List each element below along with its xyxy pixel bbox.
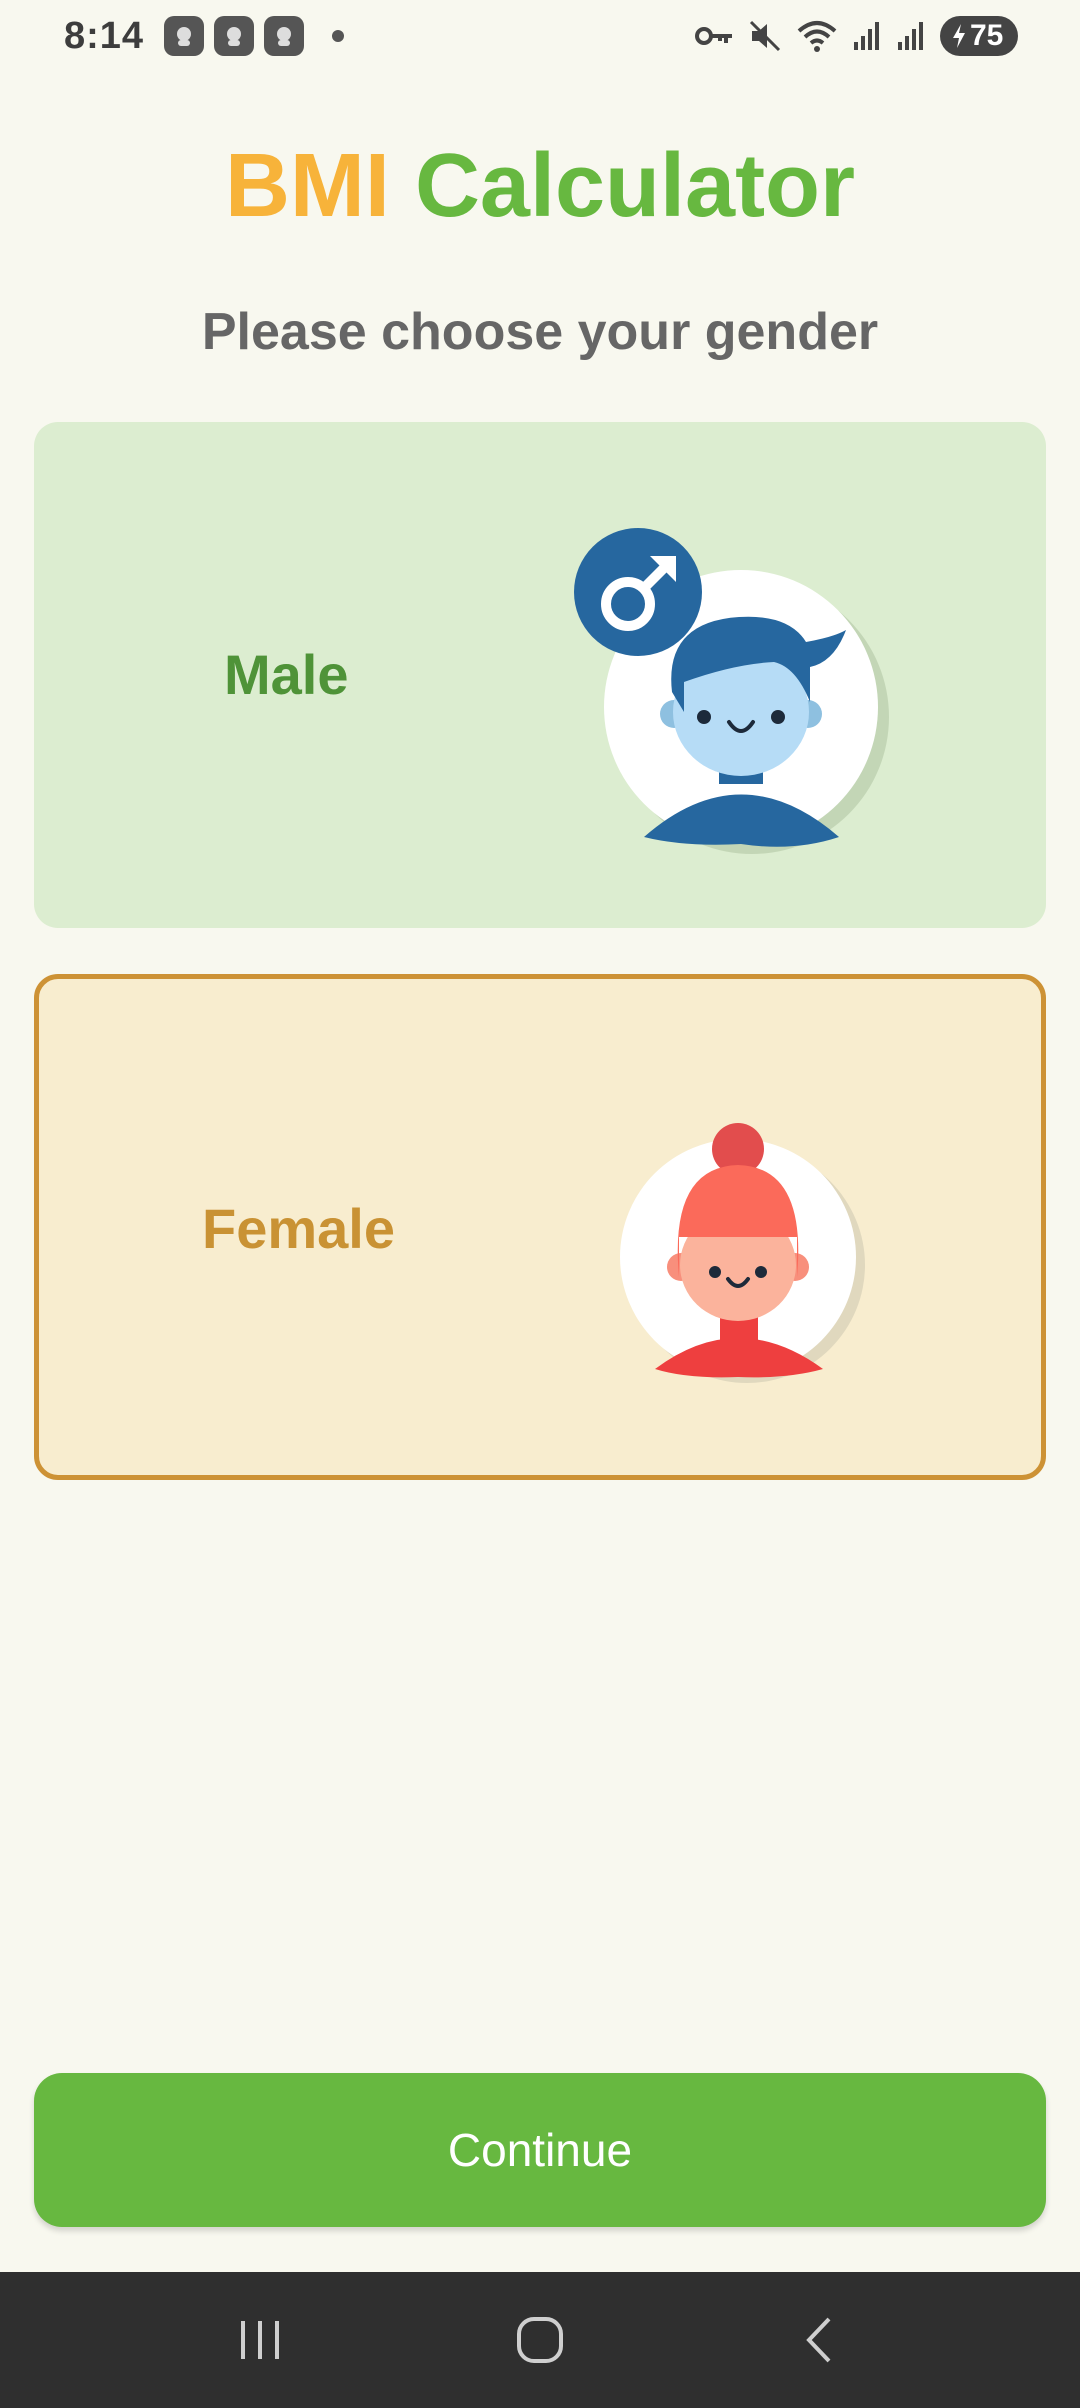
subtitle: Please choose your gender — [201, 303, 879, 361]
female-label: Female — [202, 1197, 395, 1260]
navigation-bar — [0, 2272, 1080, 2408]
continue-button[interactable]: Continue — [34, 2073, 1046, 2227]
female-avatar — [587, 1107, 887, 1407]
male-option-card[interactable]: Male — [34, 422, 1046, 928]
key-icon — [695, 27, 732, 45]
recent-apps-icon — [241, 2321, 279, 2359]
status-bar: 8:14 75 — [0, 0, 1080, 72]
more-notifications-dot — [332, 30, 345, 42]
back-button[interactable] — [760, 2290, 880, 2390]
notification-app-icon — [214, 16, 255, 56]
screen: 8:14 75 BMI Calculator Please choose you… — [0, 0, 1080, 2408]
wifi-icon — [797, 21, 837, 52]
signal-icon — [898, 22, 923, 50]
back-icon — [806, 2317, 831, 2363]
home-button[interactable] — [480, 2290, 600, 2390]
battery-charging-icon — [953, 24, 965, 48]
male-avatar — [534, 502, 914, 882]
title-calculator: Calculator — [414, 136, 856, 236]
female-option-card[interactable]: Female — [34, 974, 1046, 1480]
status-time: 8:14 — [64, 14, 145, 57]
notification-app-icon — [164, 16, 205, 56]
battery-indicator: 75 — [940, 16, 1018, 56]
signal-icon — [854, 22, 879, 50]
page-title: BMI Calculator — [0, 135, 1080, 238]
status-left: 8:14 — [64, 14, 345, 58]
male-label: Male — [224, 643, 349, 706]
notification-app-icon — [264, 16, 305, 56]
home-icon — [517, 2317, 563, 2363]
mute-icon — [749, 20, 781, 52]
recent-apps-button[interactable] — [200, 2290, 320, 2390]
battery-level: 75 — [970, 19, 1004, 52]
status-right: 75 — [694, 16, 1018, 56]
title-bmi: BMI — [224, 136, 390, 236]
